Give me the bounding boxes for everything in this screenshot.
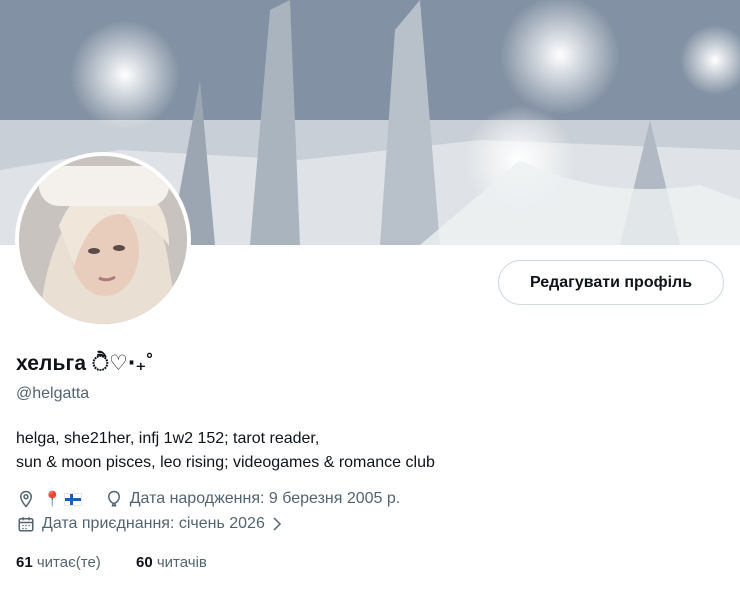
followers-stat[interactable]: 60 читачів [136,554,207,571]
profile-bio: helga, she21her, infj 1w2 152; tarot rea… [16,427,435,475]
bio-line: sun & moon pisces, leo rising; videogame… [16,454,435,471]
following-count: 61 [16,554,33,571]
followers-count: 60 [136,554,153,571]
calendar-icon [16,514,36,534]
chevron-right-icon[interactable] [267,514,287,534]
following-label: читає(те) [36,554,101,571]
bio-line: helga, she21her, infj 1w2 152; tarot rea… [16,430,320,447]
followers-label: читачів [156,554,207,571]
profile-meta-row-1: 📍 Дата народження: 9 березня 2005 р. [16,488,400,510]
profile-meta-row-2[interactable]: Дата приєднання: січень 2026 [16,513,287,535]
joined-date-text[interactable]: Дата приєднання: січень 2026 [42,515,265,533]
username-handle: @helgatta [16,385,90,402]
display-name: хельга ੈ♡‧₊˚ [16,352,154,375]
edit-profile-button[interactable]: Редагувати профіль [498,260,724,305]
balloon-icon [104,489,124,509]
location-emoji: 📍 [43,491,62,508]
birthday-text: Дата народження: 9 березня 2005 р. [129,490,401,507]
finland-flag-icon [63,492,82,506]
profile-avatar[interactable] [15,152,191,328]
following-stat[interactable]: 61 читає(те) [16,554,101,571]
location-pin-icon [16,489,36,509]
